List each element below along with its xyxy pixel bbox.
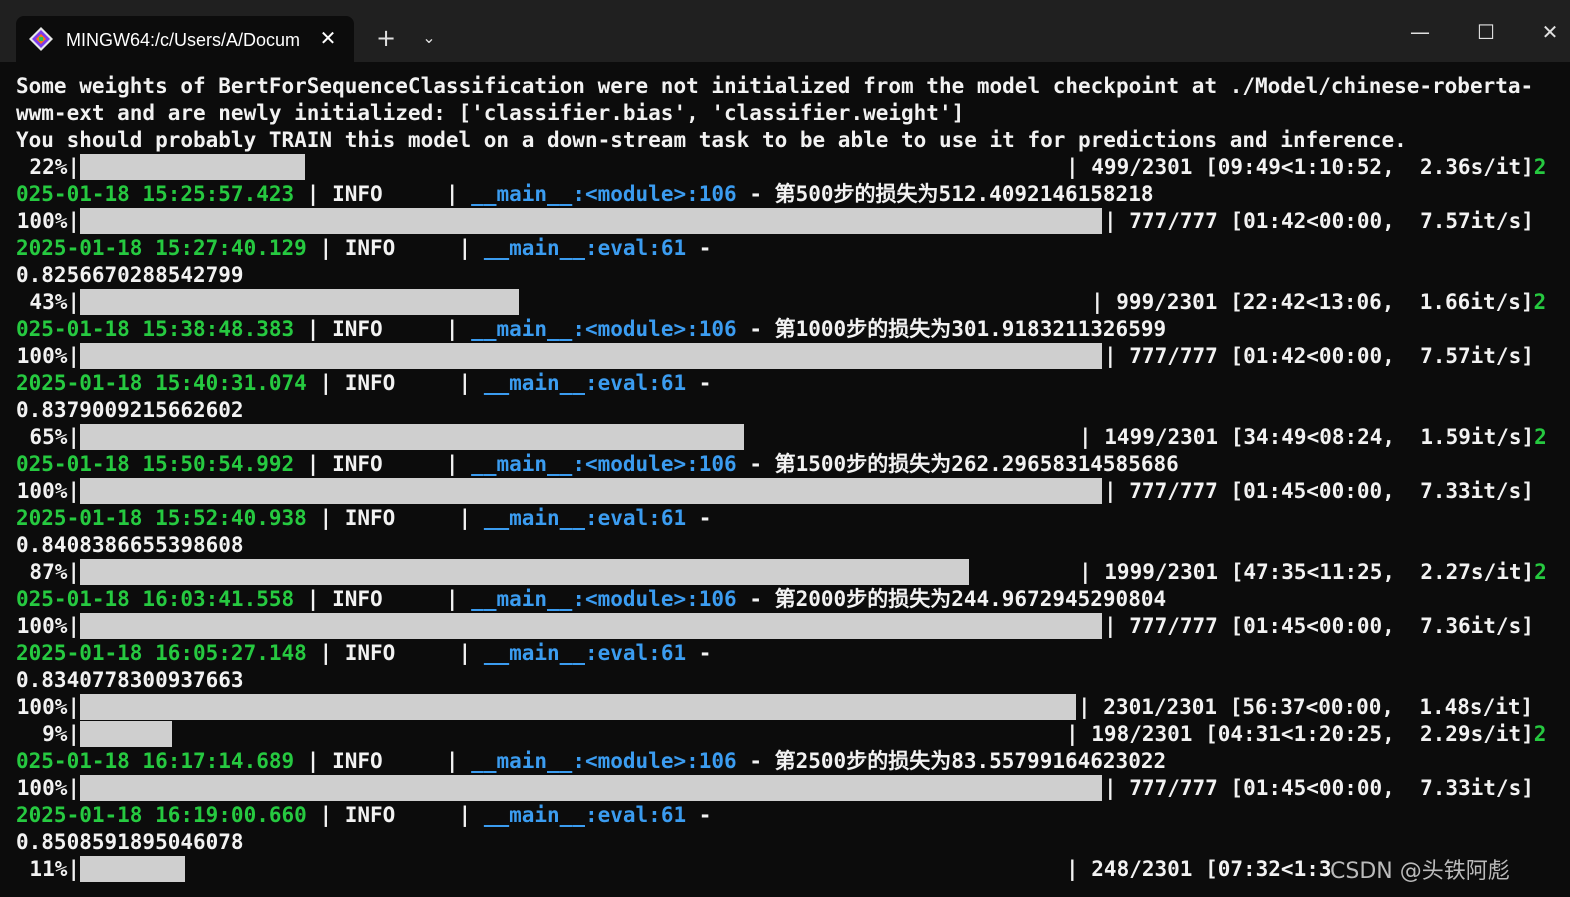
progress-info: | 999/2301 [22:42<13:06, 1.66it/s]2 — [1091, 290, 1547, 314]
terminal-tab[interactable]: MINGW64:/c/Users/A/Docum ✕ — [16, 16, 354, 62]
log-line: 025-01-18 15:25:57.423 | INFO | __main__… — [16, 182, 1154, 206]
title-bar: MINGW64:/c/Users/A/Docum ✕ + ⌄ — ☐ ✕ — [0, 0, 1570, 62]
progress-percent: 100%| — [16, 344, 80, 368]
log-line: 025-01-18 15:38:48.383 | INFO | __main__… — [16, 317, 1167, 341]
log-line: 2025-01-18 15:27:40.129 | INFO | __main_… — [16, 236, 712, 260]
progress-percent: 100%| — [16, 614, 80, 638]
progress-percent: 100%| — [16, 209, 80, 233]
progress-percent: 87%| — [29, 560, 80, 584]
log-line: 2025-01-18 16:19:00.660 | INFO | __main_… — [16, 803, 712, 827]
progress-bar — [80, 721, 172, 747]
watermark: CSDN @头铁阿彪 — [1330, 859, 1510, 884]
progress-bar — [80, 856, 185, 882]
progress-bar — [80, 424, 744, 450]
progress-percent: 100%| — [16, 479, 80, 503]
tab-title: MINGW64:/c/Users/A/Docum — [66, 30, 301, 50]
output-line: wwm-ext and are newly initialized: ['cla… — [16, 101, 965, 125]
output-line: You should probably TRAIN this model on … — [16, 128, 1407, 152]
progress-percent: 100%| — [16, 695, 80, 719]
terminal-window: MINGW64:/c/Users/A/Docum ✕ + ⌄ — ☐ ✕ Som… — [0, 0, 1570, 897]
log-line: 025-01-18 15:50:54.992 | INFO | __main__… — [16, 452, 1179, 476]
progress-info: | 777/777 [01:42<00:00, 7.57it/s] — [1104, 209, 1534, 233]
close-window-button[interactable]: ✕ — [1530, 12, 1570, 52]
progress-info: | 248/2301 [07:32<1:3 — [1066, 857, 1332, 881]
progress-percent: 22%| — [29, 155, 80, 179]
eval-value: 0.8256670288542799 — [16, 263, 244, 287]
close-tab-icon[interactable]: ✕ — [314, 24, 342, 52]
progress-bar — [80, 478, 1102, 504]
progress-bar — [80, 289, 519, 315]
progress-info: | 777/777 [01:45<00:00, 7.36it/s] — [1104, 614, 1534, 638]
progress-bar — [80, 559, 969, 585]
output-line: Some weights of BertForSequenceClassific… — [16, 74, 1534, 98]
eval-value: 0.8379009215662602 — [16, 398, 244, 422]
progress-info: | 2301/2301 [56:37<00:00, 1.48s/it] — [1078, 695, 1534, 719]
progress-bar — [80, 775, 1102, 801]
progress-percent: 43%| — [29, 290, 80, 314]
new-tab-button[interactable]: + — [370, 22, 402, 54]
log-line: 2025-01-18 16:05:27.148 | INFO | __main_… — [16, 641, 712, 665]
chevron-down-icon[interactable]: ⌄ — [414, 22, 444, 54]
maximize-button[interactable]: ☐ — [1466, 12, 1506, 52]
progress-bar — [80, 694, 1076, 720]
progress-bar — [80, 208, 1102, 234]
progress-bar — [80, 613, 1102, 639]
progress-info: | 777/777 [01:45<00:00, 7.33it/s] — [1104, 776, 1534, 800]
progress-percent: 65%| — [29, 425, 80, 449]
progress-bar — [80, 343, 1102, 369]
progress-bar — [80, 154, 305, 180]
log-line: 2025-01-18 15:52:40.938 | INFO | __main_… — [16, 506, 712, 530]
progress-percent: 11%| — [29, 857, 80, 881]
progress-info: | 198/2301 [04:31<1:20:25, 2.29s/it]2 — [1066, 722, 1547, 746]
progress-info: | 499/2301 [09:49<1:10:52, 2.36s/it]2 — [1066, 155, 1547, 179]
eval-value: 0.8408386655398608 — [16, 533, 244, 557]
progress-info: | 1999/2301 [47:35<11:25, 2.27s/it]2 — [1079, 560, 1547, 584]
progress-info: | 777/777 [01:42<00:00, 7.57it/s] — [1104, 344, 1534, 368]
git-bash-icon — [28, 26, 54, 52]
log-line: 2025-01-18 15:40:31.074 | INFO | __main_… — [16, 371, 712, 395]
log-line: 025-01-18 16:17:14.689 | INFO | __main__… — [16, 749, 1167, 773]
terminal-output[interactable]: Some weights of BertForSequenceClassific… — [16, 72, 1564, 894]
minimize-button[interactable]: — — [1400, 12, 1440, 52]
progress-info: | 777/777 [01:45<00:00, 7.33it/s] — [1104, 479, 1534, 503]
eval-value: 0.8508591895046078 — [16, 830, 244, 854]
eval-value: 0.8340778300937663 — [16, 668, 244, 692]
progress-percent: 100%| — [16, 776, 80, 800]
progress-info: | 1499/2301 [34:49<08:24, 1.59it/s]2 — [1079, 425, 1547, 449]
log-line: 025-01-18 16:03:41.558 | INFO | __main__… — [16, 587, 1167, 611]
progress-percent: 9%| — [42, 722, 80, 746]
